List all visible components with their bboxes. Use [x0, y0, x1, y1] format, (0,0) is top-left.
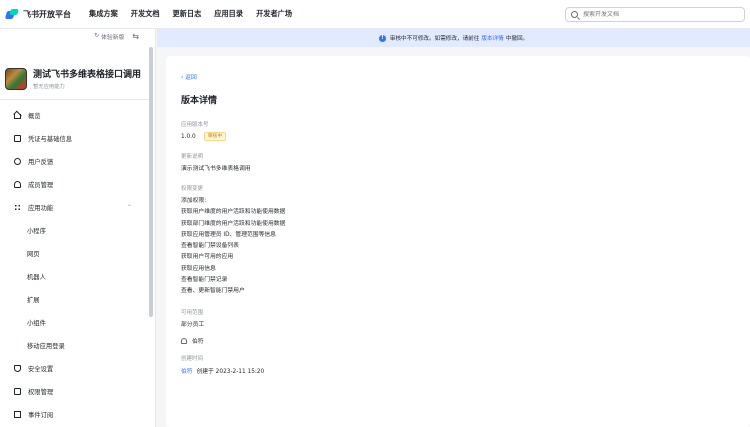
scope-value: 部分员工 [181, 322, 205, 328]
logo[interactable]: 飞书开放平台 [4, 8, 71, 20]
permission-line: 查看、更新智能门禁用户 [181, 288, 245, 295]
sidebar-item-label: 安全设置 [28, 366, 54, 373]
permission-line: 查看智能门禁设备列表 [181, 243, 239, 250]
nav-item-developer-plaza[interactable]: 开发者广场 [256, 9, 292, 19]
user-icon [181, 337, 187, 344]
search-input[interactable] [583, 11, 733, 18]
event-icon [14, 411, 21, 418]
sidebar-item-mobile-login[interactable]: 移动应用登录 [0, 334, 150, 357]
sidebar-header: ↻ 体验新版 ⇆ [94, 3, 155, 43]
permission-line: 获取用户可用的应用 [181, 254, 234, 261]
shield-icon [14, 365, 21, 372]
version-section: 应用版本号 1.0.0 审核中 [181, 120, 227, 141]
scope-label: 可用范围 [181, 310, 204, 316]
sidebar-item-mini-program[interactable]: 小程序 [0, 219, 150, 242]
sidebar-item-label: 扩展 [27, 297, 40, 304]
scope-section: 可用范围 部分员工 伯符 [181, 308, 204, 345]
sidebar-item-extension[interactable]: 扩展 [0, 288, 150, 311]
version-value: 1.0.0 [181, 133, 196, 140]
permission-line: 查看智能门禁记录 [181, 277, 228, 284]
feedback-icon [14, 158, 21, 165]
back-label: 返回 [185, 75, 197, 81]
sidebar: ↻ 体验新版 ⇆ 测试飞书多维表格接口调用 暂无应用能力 概览 凭证与基础信息 用… [0, 29, 156, 427]
nav-item-app-directory[interactable]: 应用目录 [214, 9, 243, 19]
back-link[interactable]: ‹ 返回 [181, 72, 735, 81]
sidebar-item-members[interactable]: 成员管理 [0, 173, 150, 196]
banner-text: 审核中不可修改。如需修改，请前往 [389, 36, 480, 42]
sidebar-item-label: 小组件 [27, 320, 46, 327]
divider [0, 99, 150, 100]
version-detail-link[interactable]: 版本详情 [481, 34, 503, 42]
description-label: 更新说明 [181, 154, 204, 160]
permission-line: 添加权限: [181, 198, 207, 204]
sidebar-item-widget[interactable]: 小组件 [0, 311, 150, 334]
app-subtitle: 暂无应用能力 [33, 84, 65, 90]
created-label: 创建时间 [181, 356, 204, 362]
permission-icon [14, 388, 21, 395]
sidebar-menu: 概览 凭证与基础信息 用户反馈 成员管理 应用功能 ⌃ 小程序 网页 机器人 扩展… [0, 104, 150, 426]
sidebar-item-credentials[interactable]: 凭证与基础信息 [0, 127, 150, 150]
sidebar-item-label: 移动应用登录 [27, 343, 65, 350]
created-section: 创建时间 伯符 创建于 2023-2-11 15:20 [181, 354, 264, 375]
permission-line: 获取部门维度的用户活跃和功能使用数据 [181, 220, 286, 227]
refresh-icon: ↻ [94, 33, 100, 39]
info-icon: ! [378, 34, 386, 42]
sidebar-item-label: 用户反馈 [28, 159, 54, 166]
scope-user: 伯符 [181, 336, 204, 345]
sidebar-item-permissions[interactable]: 权限管理 [0, 380, 150, 403]
sidebar-item-security[interactable]: 安全设置 [0, 357, 150, 380]
permission-line: 获取应用信息 [181, 265, 216, 272]
sidebar-item-bot[interactable]: 机器人 [0, 265, 150, 288]
feishu-logo-icon [4, 8, 19, 20]
nav-item-changelog[interactable]: 更新日志 [173, 9, 202, 19]
page-title: 版本详情 [181, 96, 218, 106]
app-features-icon [14, 204, 21, 211]
app-avatar [5, 67, 27, 90]
chevron-up-icon: ⌃ [126, 204, 132, 211]
app-card: 测试飞书多维表格接口调用 暂无应用能力 [5, 67, 141, 90]
sidebar-scrollbar[interactable] [149, 47, 153, 317]
logo-text: 飞书开放平台 [23, 9, 71, 19]
sidebar-item-app-features[interactable]: 应用功能 ⌃ [0, 196, 150, 219]
version-label: 应用版本号 [181, 122, 209, 128]
sidebar-item-label: 小程序 [27, 228, 46, 235]
sidebar-item-label: 凭证与基础信息 [28, 136, 73, 143]
app-name: 测试飞书多维表格接口调用 [33, 70, 141, 80]
sidebar-item-events[interactable]: 事件订阅 [0, 403, 150, 426]
permission-section: 权限变更 添加权限: 获取用户维度的用户活跃和功能使用数据 获取部门维度的用户活… [181, 184, 285, 298]
sidebar-item-feedback[interactable]: 用户反馈 [0, 150, 150, 173]
sidebar-item-label: 事件订阅 [28, 412, 54, 419]
sidebar-item-label: 机器人 [27, 274, 46, 281]
permission-line: 获取用户维度的用户活跃和功能使用数据 [181, 209, 286, 216]
search-box[interactable] [565, 7, 745, 22]
sidebar-item-overview[interactable]: 概览 [0, 104, 150, 127]
sidebar-item-label: 网页 [27, 251, 40, 258]
permission-label: 权限变更 [181, 186, 204, 192]
new-version-label: 体验新版 [101, 34, 125, 41]
member-icon [14, 181, 21, 188]
permission-line: 获取应用管理员 ID、管理范围等信息 [181, 231, 276, 238]
created-value: 创建于 2023-2-11 15:20 [196, 369, 265, 375]
sidebar-item-web[interactable]: 网页 [0, 242, 150, 265]
permission-list: 添加权限: 获取用户维度的用户活跃和功能使用数据 获取部门维度的用户活跃和功能使… [181, 196, 285, 298]
sidebar-item-label: 权限管理 [28, 389, 54, 396]
description-value: 演示测试飞书多维表格调用 [181, 166, 251, 172]
new-version-toggle[interactable]: ↻ 体验新版 [94, 32, 124, 41]
sidebar-item-label: 概览 [28, 113, 41, 120]
sidebar-item-label: 应用功能 [28, 205, 54, 212]
search-icon [571, 11, 578, 18]
switch-app-icon[interactable]: ⇆ [132, 32, 139, 41]
scope-user-name: 伯符 [192, 339, 204, 346]
description-section: 更新说明 演示测试飞书多维表格调用 [181, 152, 251, 175]
credential-icon [14, 135, 21, 142]
home-icon [14, 114, 21, 119]
sidebar-item-label: 成员管理 [28, 182, 54, 189]
review-notice-banner: ! 审核中不可修改。如需修改，请前往 版本详情 中撤回。 [157, 29, 750, 47]
version-detail-panel: ‹ 返回 版本详情 应用版本号 1.0.0 审核中 更新说明 演示测试飞书多维表… [166, 56, 750, 427]
creator-link[interactable]: 伯符 [181, 369, 193, 375]
status-badge: 审核中 [203, 132, 227, 141]
banner-text-tail: 中撤回。 [505, 36, 529, 42]
